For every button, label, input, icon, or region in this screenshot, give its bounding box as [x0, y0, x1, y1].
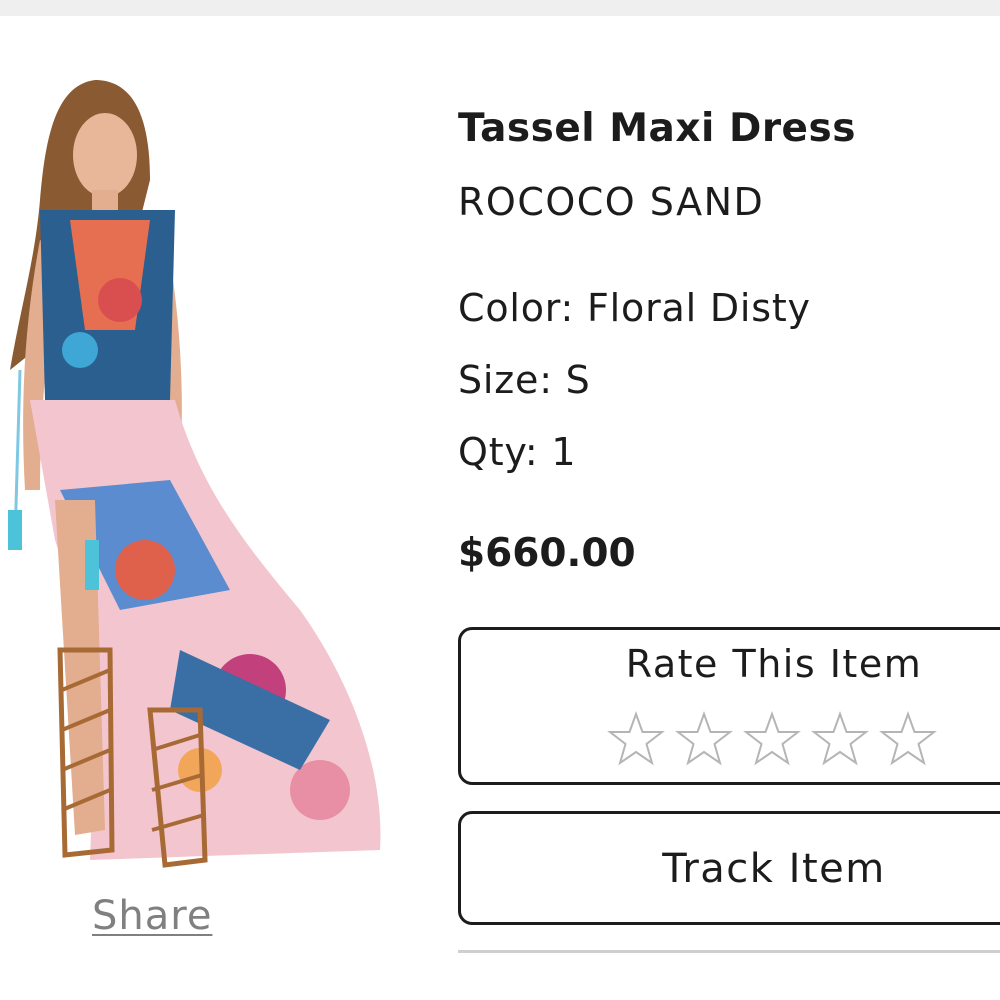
- share-link[interactable]: Share: [92, 893, 212, 939]
- track-item-label: Track Item: [662, 846, 886, 892]
- star-rating: [606, 710, 938, 770]
- star-4-icon[interactable]: [810, 710, 870, 770]
- product-color: Color: Floral Disty: [458, 286, 811, 330]
- top-strip: [0, 0, 1000, 16]
- product-qty: Qty: 1: [458, 430, 577, 474]
- product-price: $660.00: [458, 531, 636, 576]
- star-5-icon[interactable]: [878, 710, 938, 770]
- track-item-button[interactable]: Track Item: [458, 811, 1000, 925]
- divider: [458, 950, 1000, 953]
- product-brand: ROCOCO SAND: [458, 180, 765, 224]
- star-1-icon[interactable]: [606, 710, 666, 770]
- star-2-icon[interactable]: [674, 710, 734, 770]
- rate-item-label: Rate This Item: [625, 642, 923, 686]
- star-3-icon[interactable]: [742, 710, 802, 770]
- product-size: Size: S: [458, 358, 591, 402]
- product-title: Tassel Maxi Dress: [458, 106, 856, 151]
- rate-item-box: Rate This Item: [458, 627, 1000, 785]
- dress-photo-illustration: [8, 80, 381, 868]
- product-image[interactable]: [0, 70, 400, 885]
